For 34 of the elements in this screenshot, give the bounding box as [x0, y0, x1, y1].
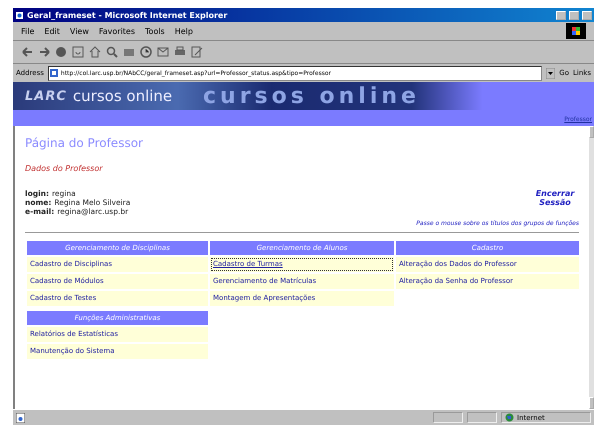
menu-item[interactable]: Help [174, 26, 193, 36]
menu-item[interactable]: Edit [44, 26, 60, 36]
page-heading: Página do Professor [25, 136, 144, 150]
globe-icon [505, 413, 514, 422]
menu-item[interactable]: Tools [145, 26, 165, 36]
back-arrow-icon[interactable] [21, 46, 33, 58]
menu-item[interactable]: File [21, 26, 34, 36]
vertical-scrollbar[interactable] [589, 126, 594, 409]
mail-icon[interactable] [157, 46, 169, 58]
maximize-button[interactable] [569, 10, 579, 20]
logout-link[interactable]: Encerrar Sessão [535, 189, 575, 207]
forward-arrow-icon[interactable] [38, 46, 50, 58]
status-pane [433, 412, 463, 423]
page-icon [16, 412, 25, 422]
printer-icon[interactable] [174, 46, 186, 58]
banner-title: cursos online [72, 87, 172, 105]
menu-item[interactable]: Favorites [98, 26, 136, 36]
status-pane [467, 412, 497, 423]
stop-icon[interactable] [55, 46, 67, 58]
flag-drawing [572, 27, 580, 35]
home-icon[interactable] [89, 46, 101, 58]
menu-item[interactable]: View [70, 26, 89, 36]
banner-backdrop-text: cursos online [203, 84, 420, 109]
ie-page-icon [15, 10, 24, 20]
section-title: Dados do Professor [25, 164, 104, 173]
dropdown-arrow-icon[interactable] [546, 68, 556, 78]
close-button[interactable] [582, 10, 592, 20]
page-icon [48, 68, 59, 78]
search-icon[interactable] [106, 46, 118, 58]
window-title: Geral_frameset - Microsoft Internet Explorer [27, 10, 228, 20]
minimize-button[interactable] [556, 10, 566, 20]
edit-icon[interactable] [191, 46, 203, 58]
logo: LARC [25, 88, 67, 104]
clock-icon[interactable] [140, 46, 152, 58]
